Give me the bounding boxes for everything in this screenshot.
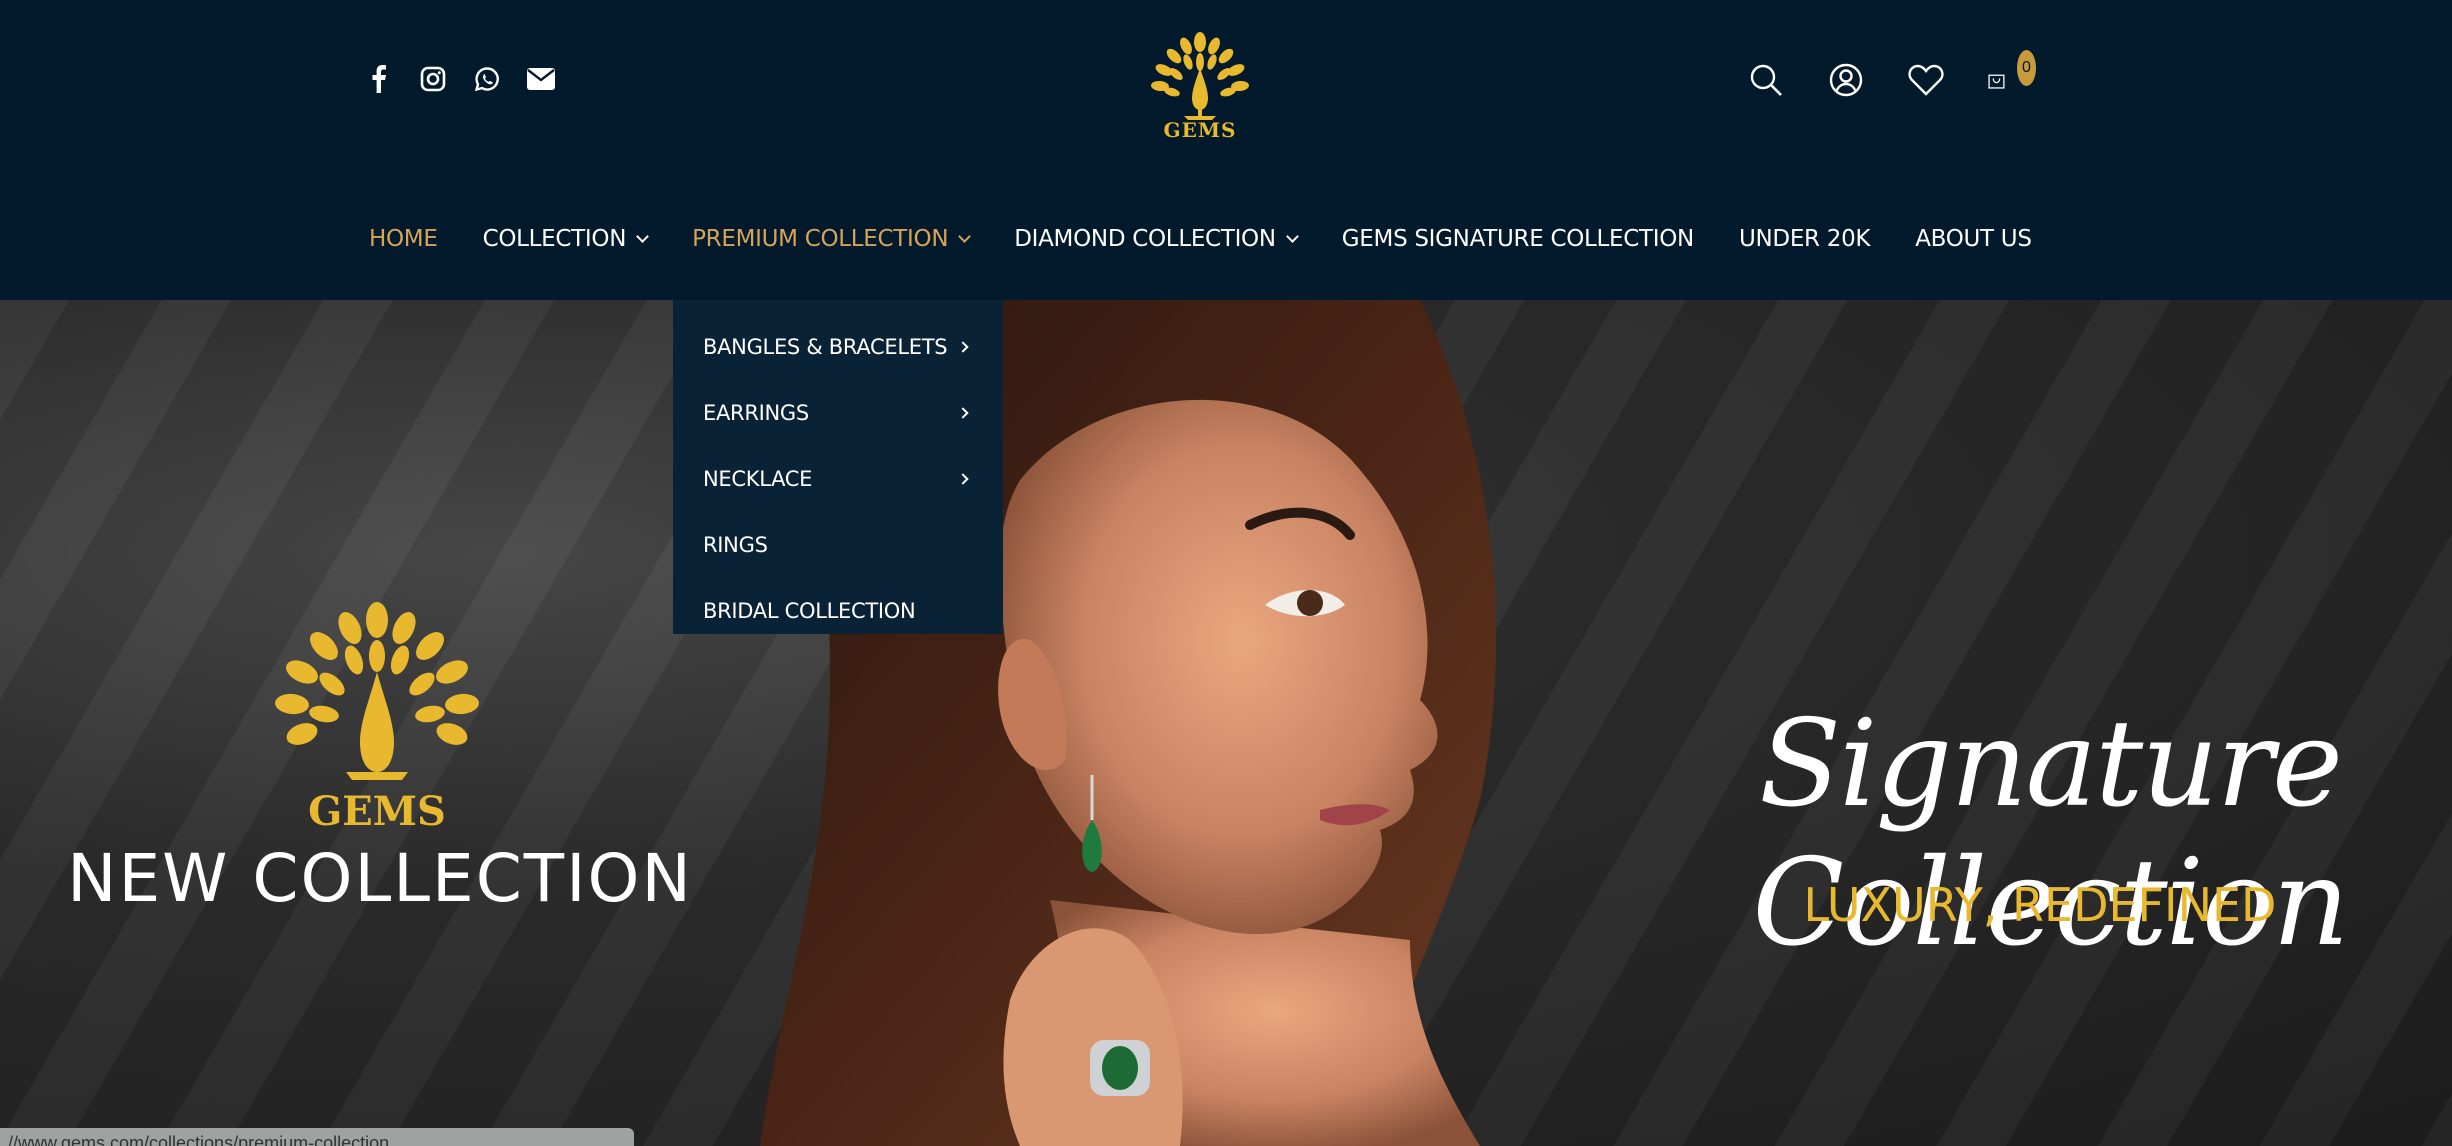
nav-item-label: PREMIUM COLLECTION <box>692 226 949 252</box>
chevron-right-icon <box>957 407 969 419</box>
header-actions: 0 <box>1748 50 2036 98</box>
nav-item-premium-collection[interactable]: PREMIUM COLLECTION <box>692 226 972 252</box>
hero-brand-text: GEMS <box>308 788 446 835</box>
hero-left-heading: NEW COLLECTION <box>67 840 693 917</box>
social-links <box>364 64 556 94</box>
nav-item-gems-signature-collection[interactable]: GEMS SIGNATURE COLLECTION <box>1341 226 1695 252</box>
chevron-down-icon <box>958 229 972 243</box>
hero-banner[interactable]: GEMS NEW COLLECTION Signature Collection… <box>0 300 2452 1146</box>
signature-subtitle: LUXURY, REDEFINED <box>1803 878 2277 932</box>
dropdown-item-necklace[interactable]: NECKLACE <box>673 446 1003 512</box>
nav-item-under-20k[interactable]: UNDER 20K <box>1738 226 1871 252</box>
nav-item-home[interactable]: HOME <box>369 226 438 252</box>
dropdown-item-label: BRIDAL COLLECTION <box>703 599 916 623</box>
dropdown-item-bridal-collection[interactable]: BRIDAL COLLECTION <box>673 578 1003 644</box>
nav-item-label: HOME <box>369 226 438 252</box>
dropdown-item-bangles-bracelets[interactable]: BANGLES & BRACELETS <box>673 314 1003 380</box>
chevron-down-icon <box>1285 229 1299 243</box>
nav-item-collection[interactable]: COLLECTION <box>482 226 649 252</box>
nav-item-label: GEMS SIGNATURE COLLECTION <box>1341 226 1695 252</box>
site-header: GEMS 0 HOME COLLECTION PREMIUM COLLECTIO… <box>0 0 2452 300</box>
dropdown-item-label: EARRINGS <box>703 401 809 425</box>
chevron-down-icon <box>636 229 649 243</box>
account-icon[interactable] <box>1828 62 1864 98</box>
wishlist-icon[interactable] <box>1908 62 1944 98</box>
main-nav: HOME COLLECTION PREMIUM COLLECTION DIAMO… <box>369 226 2077 252</box>
dropdown-item-label: NECKLACE <box>703 467 813 491</box>
search-icon[interactable] <box>1748 62 1784 98</box>
nav-item-label: ABOUT US <box>1915 226 2032 252</box>
status-bar-url: //www.gems.com/collections/premium-colle… <box>0 1128 634 1146</box>
chevron-right-icon <box>957 473 969 485</box>
whatsapp-icon[interactable] <box>472 64 502 94</box>
chevron-right-icon <box>957 341 969 353</box>
nav-item-label: DIAMOND COLLECTION <box>1014 226 1276 252</box>
cart-count-badge: 0 <box>2016 50 2036 86</box>
dropdown-item-rings[interactable]: RINGS <box>673 512 1003 578</box>
logo-text: GEMS <box>1163 118 1237 142</box>
dropdown-item-label: RINGS <box>703 533 768 557</box>
dropdown-item-label: BANGLES & BRACELETS <box>703 335 948 359</box>
nav-item-label: COLLECTION <box>482 226 627 252</box>
facebook-icon[interactable] <box>364 64 394 94</box>
cart-icon[interactable]: 0 <box>1988 50 2036 98</box>
nav-item-diamond-collection[interactable]: DIAMOND COLLECTION <box>1014 226 1299 252</box>
email-icon[interactable] <box>526 64 556 94</box>
dropdown-item-earrings[interactable]: EARRINGS <box>673 380 1003 446</box>
nav-item-about-us[interactable]: ABOUT US <box>1915 226 2032 252</box>
nav-item-label: UNDER 20K <box>1738 226 1871 252</box>
gems-hero-logo-icon <box>275 602 479 780</box>
premium-collection-dropdown: BANGLES & BRACELETS EARRINGS NECKLACE RI… <box>673 300 1003 634</box>
instagram-icon[interactable] <box>418 64 448 94</box>
